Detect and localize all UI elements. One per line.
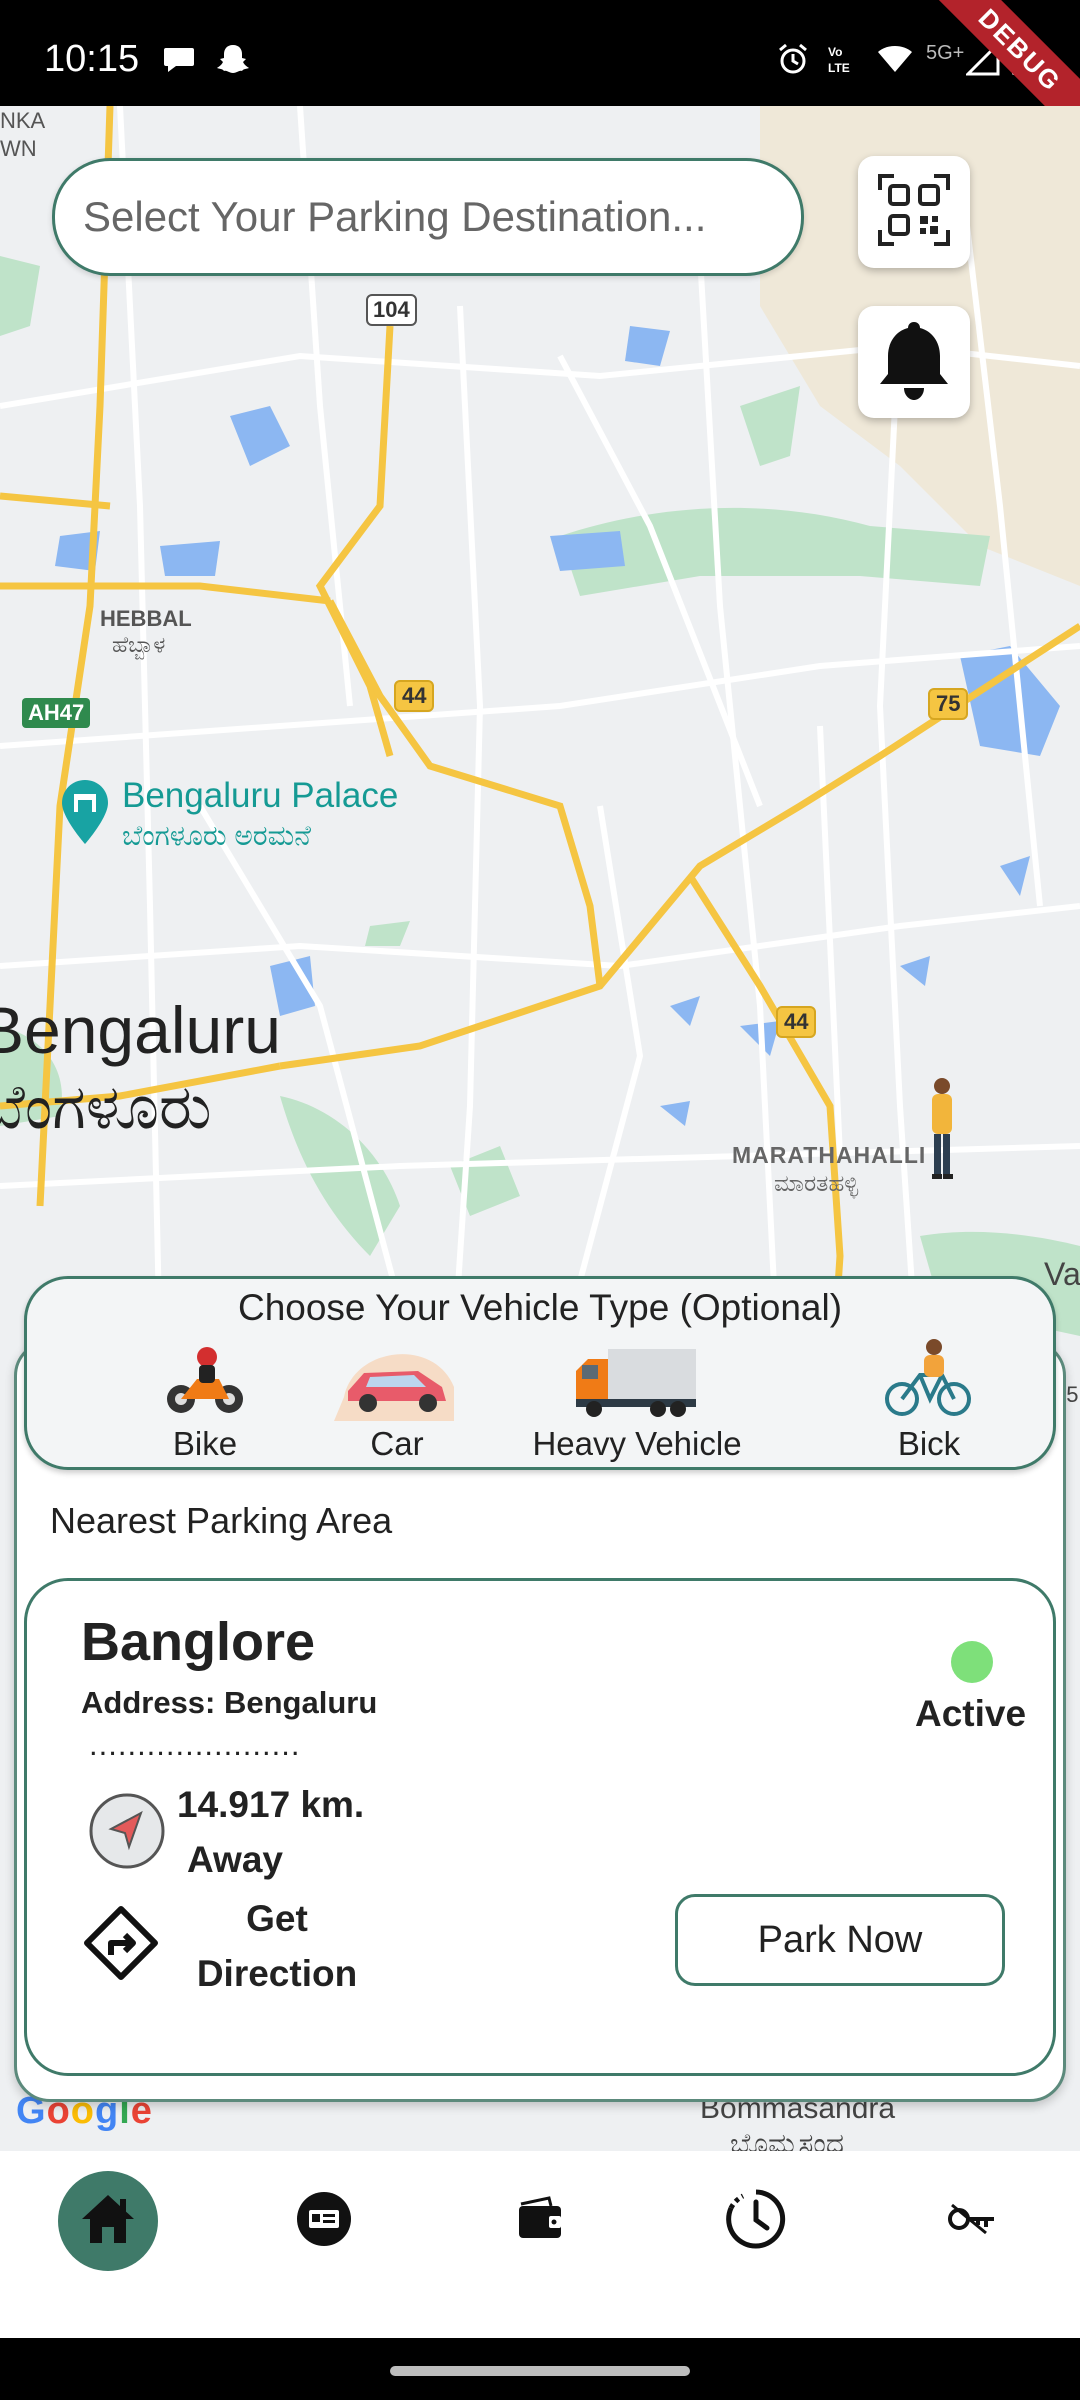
id-card-icon — [295, 2190, 353, 2253]
parking-name: Banglore — [81, 1612, 316, 1672]
vehicle-type-selector: Choose Your Vehicle Type (Optional) Bike… — [24, 1276, 1056, 1470]
volte-icon: Vo LTE — [826, 42, 860, 76]
directions-icon[interactable] — [81, 1903, 161, 1983]
svg-text:LTE: LTE — [828, 61, 850, 75]
vehicle-label-bicycle: Bick — [897, 1425, 961, 1462]
dotted-divider: ...................... — [89, 1727, 301, 1762]
map-label-palace: Bengaluru Palace — [122, 776, 399, 815]
nav-history[interactable] — [706, 2171, 806, 2271]
car-icon — [327, 1337, 467, 1421]
nearest-parking-heading: Nearest Parking Area — [50, 1500, 393, 1541]
map-label-hebbal: HEBBAL — [100, 606, 192, 631]
vehicle-option-bike[interactable]: Bike — [135, 1337, 275, 1463]
key-icon — [946, 2199, 998, 2244]
bell-icon — [874, 318, 954, 407]
nav-key[interactable] — [922, 2171, 1022, 2271]
map-label-wn: WN — [0, 136, 37, 161]
bottom-navigation — [0, 2151, 1080, 2338]
parking-address: Address: Bengaluru — [81, 1685, 378, 1720]
vehicle-label-heavy: Heavy Vehicle — [532, 1425, 742, 1462]
vehicle-option-bicycle[interactable]: Bick — [859, 1337, 999, 1463]
wifi-icon — [876, 42, 912, 76]
map-label-hebbal-kn: ಹೆಬ್ಬಾಳ — [112, 632, 166, 657]
bike-icon — [135, 1337, 275, 1421]
alarm-icon — [776, 42, 810, 76]
map-label-ah47: AH47 — [22, 698, 91, 728]
home-icon — [78, 2191, 138, 2252]
history-icon — [723, 2186, 789, 2257]
search-placeholder: Select Your Parking Destination... — [83, 193, 707, 240]
map-label-nh75: 75 — [928, 688, 969, 720]
parking-area-card[interactable]: Banglore Address: Bengaluru ............… — [24, 1578, 1056, 2076]
map-label-nh104: 104 — [366, 294, 417, 326]
status-indicator — [951, 1641, 993, 1683]
vehicle-label-car: Car — [370, 1425, 424, 1462]
distance-value: 14.917 km. — [177, 1784, 365, 1825]
get-direction-link[interactable]: Get Direction — [167, 1891, 387, 2001]
qr-scan-button[interactable] — [858, 156, 970, 268]
vehicle-label-bike: Bike — [172, 1425, 238, 1462]
nav-home[interactable] — [58, 2171, 158, 2271]
nav-wallet[interactable] — [490, 2171, 590, 2271]
search-input[interactable]: Select Your Parking Destination... — [52, 158, 804, 276]
truck-icon — [527, 1337, 747, 1421]
map-label-city: Bengaluru — [0, 993, 281, 1067]
chat-icon — [162, 42, 196, 76]
map-label-nka: NKA — [0, 108, 46, 133]
snapchat-icon — [216, 42, 250, 76]
nav-id-card[interactable] — [274, 2171, 374, 2271]
status-time: 10:15 — [44, 38, 140, 80]
park-now-button[interactable]: Park Now — [675, 1894, 1005, 1986]
notifications-button[interactable] — [858, 306, 970, 418]
gesture-bar — [0, 2338, 1080, 2400]
status-bar: 10:15 Vo LTE 5G+ DEBUG — [0, 0, 1080, 158]
map-label-palace-kn: ಬೆಂಗಳೂರು ಅರಮನೆ — [122, 820, 311, 851]
vehicle-option-car[interactable]: Car — [327, 1337, 467, 1463]
map-label-marathahalli-kn: ಮಾರತಹಳ್ಳಿ — [774, 1170, 859, 1196]
vehicle-selector-title: Choose Your Vehicle Type (Optional) — [237, 1287, 843, 1328]
navigation-arrow-icon — [87, 1791, 167, 1871]
distance-suffix: Away — [187, 1839, 283, 1880]
direction-line-2: Direction — [196, 1953, 358, 1994]
map-label-marathahalli: MARATHAHALLI — [732, 1142, 927, 1168]
gesture-handle[interactable] — [390, 2366, 690, 2376]
map-label-nh44-top: 44 — [394, 680, 435, 712]
qr-code-icon — [876, 172, 952, 253]
map-label-city-kn: ಬೆಂಗಳೂರು — [0, 1073, 212, 1142]
distance-info: 14.917 km. Away — [177, 1777, 407, 1887]
map-label-bommasandra-kn: ಬೊಮ್ಮಸಂದ್ರ — [730, 2128, 846, 2151]
map-label-nh44-bottom: 44 — [776, 1006, 817, 1038]
network-type: 5G+ — [926, 42, 965, 64]
svg-text:Vo: Vo — [828, 45, 842, 59]
vehicle-option-heavy[interactable]: Heavy Vehicle — [527, 1337, 747, 1463]
bicycle-icon — [859, 1337, 999, 1421]
wallet-icon — [515, 2195, 565, 2247]
direction-line-1: Get — [246, 1898, 308, 1939]
status-label: Active — [915, 1693, 1027, 1734]
